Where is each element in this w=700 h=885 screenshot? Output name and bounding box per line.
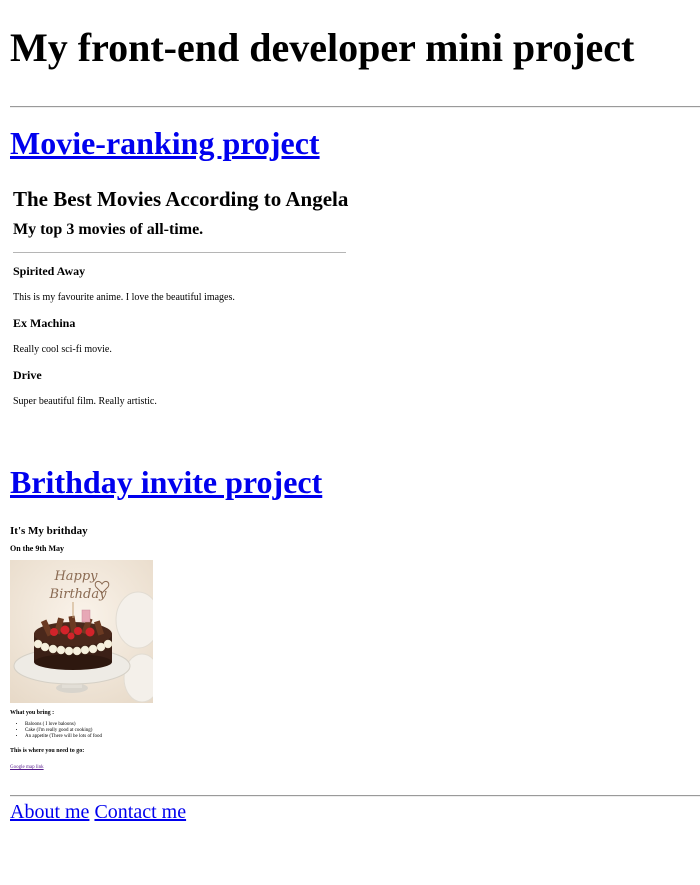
contact-me-link[interactable]: Contact me	[94, 801, 186, 823]
footer-nav: About me Contact me	[10, 800, 186, 824]
movie-title: Drive	[13, 368, 42, 382]
bring-list: Baloons ( I love baloons) Cake (I'm real…	[10, 722, 310, 740]
movie-description: This is my favourite anime. I love the b…	[13, 292, 235, 303]
birthday-heading: It's My brithday	[10, 525, 88, 537]
movie-description: Super beautiful film. Really artistic.	[13, 396, 157, 407]
movie-title: Ex Machina	[13, 316, 76, 330]
movie-title: Spirited Away	[13, 264, 86, 278]
birthday-invite-preview: It's My brithday On the 9th May Happy Bi…	[10, 524, 310, 773]
movie-ranking-preview: The Best Movies According to Angela My t…	[13, 186, 349, 408]
movie-description: Really cool sci-fi movie.	[13, 344, 112, 355]
birthday-invite-project-link[interactable]: Brithday invite project	[10, 463, 322, 501]
where-heading: This is where you need to go:	[10, 748, 85, 754]
bottom-divider	[10, 795, 700, 797]
google-map-link[interactable]: Google map link	[10, 765, 44, 771]
portfolio-page: My front-end developer mini project Movi…	[0, 0, 700, 885]
bring-heading: What you bring :	[10, 710, 55, 716]
movies-divider	[13, 252, 346, 253]
movie-ranking-project-link[interactable]: Movie-ranking project	[10, 124, 320, 162]
list-item: An appetite (There will be lots of food	[25, 734, 310, 740]
birthday-cake-image: Happy Birthday	[10, 560, 153, 703]
birthday-date: On the 9th May	[10, 544, 64, 553]
movies-subheading: My top 3 movies of all-time.	[13, 221, 204, 238]
cake-topper-text-top: Happy	[53, 569, 98, 584]
about-me-link[interactable]: About me	[10, 801, 89, 823]
movies-heading: The Best Movies According to Angela	[13, 187, 349, 211]
top-divider	[10, 106, 700, 108]
page-title: My front-end developer mini project	[10, 25, 635, 70]
